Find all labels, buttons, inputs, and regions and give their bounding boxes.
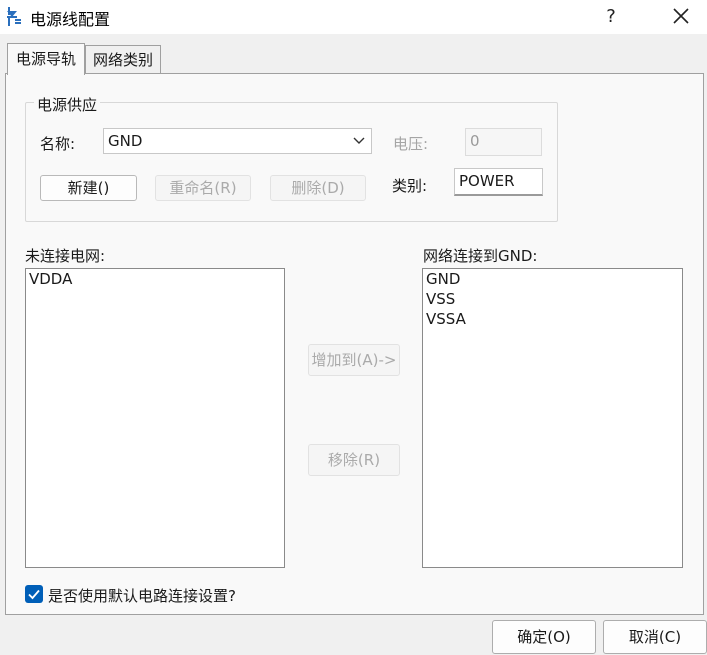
remove-button[interactable]: 移除(R)	[308, 444, 400, 476]
ok-button[interactable]: 确定(O)	[492, 620, 596, 654]
power-supply-group	[25, 102, 558, 222]
tab-power-rail[interactable]: 电源导轨	[7, 43, 85, 75]
window-title: 电源线配置	[30, 10, 111, 29]
rename-button[interactable]: 重命名(R)	[155, 175, 251, 201]
connected-nets-list[interactable]: GND VSS VSSA	[422, 268, 683, 568]
delete-button[interactable]: 删除(D)	[270, 175, 366, 201]
power-supply-group-title: 电源供应	[34, 94, 101, 115]
add-to-button[interactable]: 增加到(A)->	[308, 344, 400, 376]
diode-icon	[7, 7, 21, 26]
voltage-field: 0	[465, 128, 542, 156]
list-item[interactable]: VSS	[423, 289, 682, 309]
default-setting-label[interactable]: 是否使用默认电路连接设置?	[48, 585, 236, 606]
unconnected-nets-label: 未连接电网:	[25, 247, 106, 265]
name-label: 名称:	[40, 135, 76, 153]
new-button[interactable]: 新建()	[40, 175, 137, 201]
tab-net-class[interactable]: 网络类别	[85, 45, 161, 74]
default-setting-checkbox[interactable]	[25, 585, 43, 603]
category-label: 类别:	[392, 177, 428, 195]
unconnected-nets-list[interactable]: VDDA	[25, 268, 285, 568]
list-item[interactable]: GND	[423, 269, 682, 289]
list-item[interactable]: VSSA	[423, 309, 682, 329]
voltage-label: 电压:	[393, 135, 429, 153]
title-bar: 电源线配置 ?	[0, 0, 707, 34]
name-combobox[interactable]: GND	[103, 128, 372, 154]
category-field[interactable]: POWER	[454, 168, 543, 196]
cancel-button[interactable]: 取消(C)	[603, 620, 707, 654]
help-button[interactable]: ?	[598, 4, 624, 30]
list-item[interactable]: VDDA	[26, 269, 284, 289]
name-combobox-value: GND	[108, 132, 143, 150]
close-icon[interactable]	[666, 4, 696, 30]
check-icon	[28, 589, 40, 600]
chevron-down-icon	[353, 137, 365, 144]
connected-nets-label: 网络连接到GND:	[423, 247, 538, 265]
